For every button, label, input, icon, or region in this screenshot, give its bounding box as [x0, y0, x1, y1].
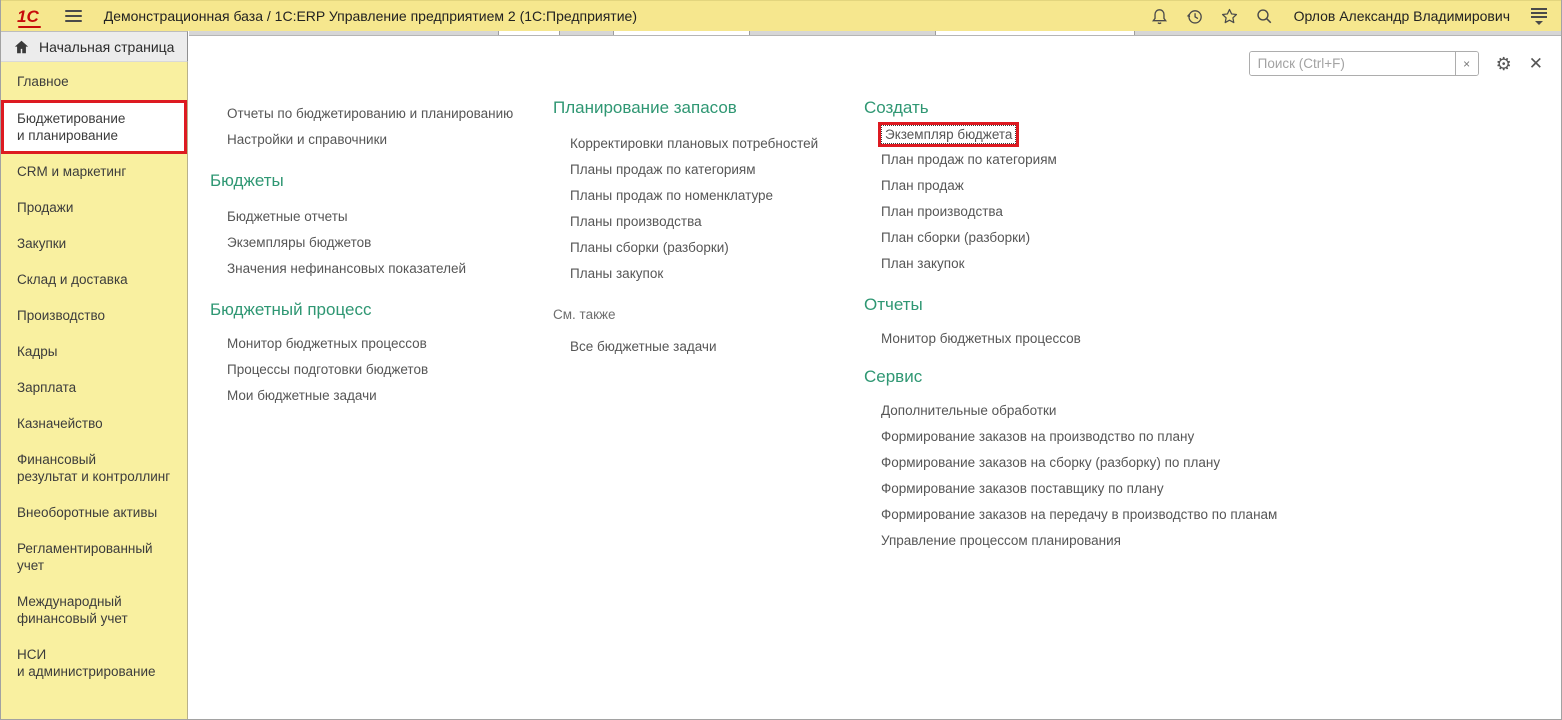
sidebar-item-financial-result[interactable]: Финансовый результат и контроллинг	[1, 442, 187, 495]
link-create-sales-plan-by-category[interactable]: План продаж по категориям	[864, 147, 1314, 173]
link-create-production-plan[interactable]: План производства	[864, 199, 1314, 225]
sidebar-item-ifrs[interactable]: Международный финансовый учет	[1, 584, 187, 637]
menu-column-1: Отчеты по бюджетированию и планированию …	[210, 101, 545, 409]
sidebar-item-sales[interactable]: Продажи	[1, 190, 187, 226]
section-header-budgets: Бюджеты	[210, 171, 284, 190]
gear-icon[interactable]: ⚙	[1496, 55, 1512, 73]
link-sales-plans-by-category[interactable]: Планы продаж по категориям	[553, 157, 853, 183]
section-header-reports: Отчеты	[864, 295, 923, 314]
link-create-assembly-plan[interactable]: План сборки (разборки)	[864, 225, 1314, 251]
current-user[interactable]: Орлов Александр Владимирович	[1294, 8, 1510, 24]
link-additional-processing[interactable]: Дополнительные обработки	[864, 398, 1314, 424]
tab-home-label: Начальная страница	[39, 38, 175, 55]
link-create-purchase-plan[interactable]: План закупок	[864, 251, 1314, 277]
search-input[interactable]	[1249, 52, 1455, 75]
sidebar-item-crm-marketing[interactable]: CRM и маркетинг	[1, 154, 187, 190]
link-sales-plans-by-nomenclature[interactable]: Планы продаж по номенклатуре	[553, 183, 853, 209]
sidebar-item-fixed-assets[interactable]: Внеоборотные активы	[1, 495, 187, 531]
link-settings-references[interactable]: Настройки и справочники	[210, 127, 545, 153]
notifications-bell-icon[interactable]	[1150, 6, 1170, 26]
link-create-sales-plan[interactable]: План продаж	[864, 173, 1314, 199]
menu-column-3: Создать Экземпляр бюджета План продаж по…	[864, 95, 1314, 554]
see-also-header: См. также	[553, 307, 616, 322]
link-generate-assembly-orders[interactable]: Формирование заказов на сборку (разборку…	[864, 450, 1314, 476]
search-box: ×	[1248, 51, 1479, 76]
link-budget-instances[interactable]: Экземпляры бюджетов	[210, 230, 545, 256]
sidebar-item-warehouse[interactable]: Склад и доставка	[1, 262, 187, 298]
favorites-star-icon[interactable]	[1220, 6, 1240, 26]
search-icon[interactable]	[1255, 6, 1275, 26]
link-budget-reports[interactable]: Бюджетные отчеты	[210, 204, 545, 230]
link-budget-planning-reports[interactable]: Отчеты по бюджетированию и планированию	[210, 101, 545, 127]
search-clear-button[interactable]: ×	[1454, 52, 1478, 75]
sidebar-item-purchases[interactable]: Закупки	[1, 226, 187, 262]
history-icon[interactable]	[1185, 6, 1205, 26]
section-header-inventory-planning: Планирование запасов	[553, 98, 737, 117]
link-planned-requirements-adjustments[interactable]: Корректировки плановых потребностей	[553, 131, 853, 157]
link-generate-transfer-to-production-orders[interactable]: Формирование заказов на передачу в произ…	[864, 502, 1314, 528]
link-generate-production-orders[interactable]: Формирование заказов на производство по …	[864, 424, 1314, 450]
sidebar-item-glavnoe[interactable]: Главное	[1, 64, 187, 100]
sidebar-item-production[interactable]: Производство	[1, 298, 187, 334]
link-my-budget-tasks[interactable]: Мои бюджетные задачи	[210, 383, 545, 409]
annotation-red-box: Экземпляр бюджета	[878, 121, 1020, 147]
sidebar-item-payroll[interactable]: Зарплата	[1, 370, 187, 406]
link-reports-budget-process-monitor[interactable]: Монитор бюджетных процессов	[864, 326, 1314, 352]
menu-column-2: Планирование запасов Корректировки плано…	[553, 95, 853, 360]
function-menu-panel: × ⚙ ✕ Отчеты по бюджетированию и планиро…	[189, 31, 1561, 719]
tab-strip	[189, 31, 1561, 36]
link-generate-supplier-orders[interactable]: Формирование заказов поставщику по плану	[864, 476, 1314, 502]
link-budget-preparation-processes[interactable]: Процессы подготовки бюджетов	[210, 357, 545, 383]
sidebar-item-regulated-accounting[interactable]: Регламентированный учет	[1, 531, 187, 584]
link-purchase-plans[interactable]: Планы закупок	[553, 261, 853, 287]
link-nonfinancial-indicator-values[interactable]: Значения нефинансовых показателей	[210, 256, 545, 282]
top-bar: 1С Демонстрационная база / 1С:ERP Управл…	[1, 0, 1561, 31]
1c-logo-icon: 1С	[17, 6, 41, 28]
sidebar-item-treasury[interactable]: Казначейство	[1, 406, 187, 442]
sidebar-item-hr[interactable]: Кадры	[1, 334, 187, 370]
service-settings-menu-icon[interactable]	[1529, 7, 1549, 25]
sidebar-item-budgeting-planning[interactable]: Бюджетирование и планирование	[1, 100, 187, 154]
link-assembly-plans[interactable]: Планы сборки (разборки)	[553, 235, 853, 261]
section-header-service: Сервис	[864, 367, 923, 386]
topbar-actions: Орлов Александр Владимирович	[1150, 6, 1549, 26]
tab-home-page[interactable]: Начальная страница	[1, 31, 188, 62]
hamburger-menu-icon[interactable]	[64, 10, 82, 22]
link-budget-process-monitor[interactable]: Монитор бюджетных процессов	[210, 331, 545, 357]
link-all-budget-tasks[interactable]: Все бюджетные задачи	[553, 334, 853, 360]
link-create-budget-instance[interactable]: Экземпляр бюджета	[881, 124, 1017, 144]
sidebar-item-nsi-administration[interactable]: НСИ и администрирование	[1, 637, 187, 690]
link-planning-process-management[interactable]: Управление процессом планирования	[864, 528, 1314, 554]
section-header-budget-process: Бюджетный процесс	[210, 300, 372, 319]
home-icon	[14, 40, 29, 54]
sections-sidebar: Главное Бюджетирование и планирование CR…	[1, 62, 188, 719]
panel-search-row: × ⚙ ✕	[1248, 51, 1543, 76]
highlighted-create-row: Экземпляр бюджета	[878, 120, 1314, 148]
link-production-plans[interactable]: Планы производства	[553, 209, 853, 235]
close-icon[interactable]: ✕	[1529, 55, 1543, 72]
section-header-create: Создать	[864, 98, 929, 117]
window-title: Демонстрационная база / 1С:ERP Управлени…	[103, 8, 637, 24]
